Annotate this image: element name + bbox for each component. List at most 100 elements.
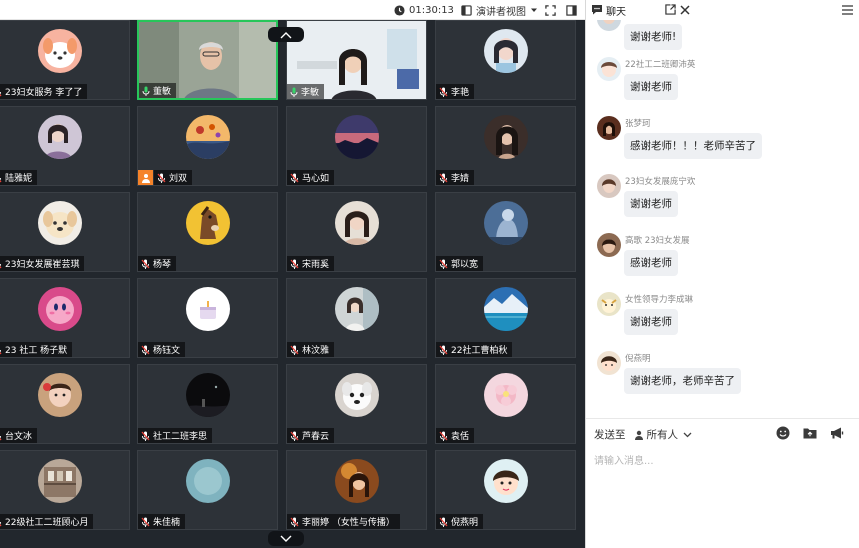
clock-icon <box>394 4 405 16</box>
participant-name: 马心如 <box>302 174 330 184</box>
participant-name-bar: 23 社工 杨子默 <box>0 342 73 357</box>
participant-tile[interactable]: 林汶雅 <box>286 278 427 358</box>
participant-name: 陆雅妮 <box>5 174 33 184</box>
participant-name: 台文冰 <box>5 432 33 442</box>
participant-tile[interactable]: 23妇女服务 李了了 <box>0 20 130 100</box>
participant-name-bar: 李丽婷 （女性与传播） <box>287 514 400 529</box>
participant-name: 朱佳楠 <box>153 518 181 528</box>
message-bubble: 感谢老师！！！老师辛苦了 <box>624 133 762 159</box>
toggle-sidebar-button[interactable] <box>566 0 577 20</box>
scroll-down-button[interactable] <box>268 531 304 546</box>
participant-tile[interactable]: 22社工曹柏秋 <box>435 278 576 358</box>
participant-tile[interactable]: 社工二班李思 <box>137 364 278 444</box>
participant-name: 宋雨奚 <box>302 260 330 270</box>
sender-avatar[interactable] <box>597 292 621 316</box>
participant-avatar <box>185 287 230 331</box>
microphone-muted-icon <box>439 431 448 441</box>
participant-avatar <box>37 201 82 245</box>
view-mode-label: 演讲者视图 <box>476 6 526 18</box>
participant-name: 刘双 <box>169 174 188 184</box>
chat-message-list[interactable]: 谢谢老师! 22社工二班卿沛英 谢谢老师 张梦珂 感谢老师！！！老师辛苦了 23妇女发展庞… <box>586 20 859 416</box>
participant-tile[interactable]: 袁佸 <box>435 364 576 444</box>
microphone-muted-icon <box>290 517 299 527</box>
file-folder-icon[interactable] <box>802 425 818 441</box>
participant-tile[interactable]: 马心如 <box>286 106 427 186</box>
microphone-muted-icon <box>439 87 448 97</box>
caret-down-icon <box>531 8 537 12</box>
participant-tile[interactable]: 李丽婷 （女性与传播） <box>286 450 427 530</box>
microphone-muted-icon <box>290 173 299 183</box>
participant-tile[interactable]: 倪燕明 <box>435 450 576 530</box>
message-bubble: 谢谢老师! <box>624 24 683 50</box>
emoji-icon[interactable] <box>775 425 791 441</box>
microphone-muted-icon <box>290 345 299 355</box>
microphone-muted-icon <box>157 173 166 183</box>
host-badge-icon <box>138 170 153 185</box>
microphone-muted-icon <box>0 431 2 441</box>
participant-avatar <box>185 201 230 245</box>
fullscreen-button[interactable] <box>545 0 556 20</box>
participant-name-bar: 袁佸 <box>436 428 475 443</box>
chat-tab-title[interactable]: 聊天 <box>606 3 626 18</box>
participant-tile[interactable]: 郭以宽 <box>435 192 576 272</box>
participant-tile[interactable]: 朱佳楠 <box>137 450 278 530</box>
participant-tile[interactable]: 23妇女发展崔芸琪 <box>0 192 130 272</box>
participant-tile[interactable]: 李艳 <box>435 20 576 100</box>
view-mode-dropdown[interactable]: 演讲者视图 <box>461 0 538 20</box>
sender-avatar[interactable] <box>597 233 621 257</box>
close-icon[interactable] <box>680 5 690 15</box>
participant-name-bar: 李婧 <box>436 170 475 185</box>
message-bubble: 谢谢老师，老师辛苦了 <box>624 368 741 394</box>
recipient-dropdown[interactable]: 所有人 <box>634 427 693 442</box>
participant-tile[interactable]: 芦春云 <box>286 364 427 444</box>
participant-name-bar: 林汶雅 <box>287 342 335 357</box>
megaphone-icon[interactable] <box>829 425 845 441</box>
participant-name-bar: 22社工曹柏秋 <box>436 342 513 357</box>
participant-tile[interactable]: 刘双 <box>137 106 278 186</box>
scroll-up-button[interactable] <box>268 27 304 42</box>
participant-name: 林汶雅 <box>302 346 330 356</box>
participant-tile[interactable]: 23 社工 杨子默 <box>0 278 130 358</box>
microphone-muted-icon <box>439 345 448 355</box>
participant-tile[interactable]: 杨钰文 <box>137 278 278 358</box>
microphone-muted-icon <box>0 173 2 183</box>
participant-name-bar: 23妇女服务 李了了 <box>0 84 88 99</box>
sender-avatar[interactable] <box>597 116 621 140</box>
participant-tile[interactable]: 杨琴 <box>137 192 278 272</box>
sender-avatar[interactable] <box>597 174 621 198</box>
participant-tile[interactable]: 董敏 <box>137 20 278 100</box>
participant-name-bar: 李敏 <box>287 84 325 99</box>
sender-name: 22社工二班卿沛英 <box>625 60 696 70</box>
microphone-on-icon <box>290 87 298 97</box>
sender-avatar[interactable] <box>597 351 621 375</box>
sender-avatar[interactable] <box>597 20 621 31</box>
participant-tile[interactable]: 陆雅妮 <box>0 106 130 186</box>
participant-tile[interactable]: 台文冰 <box>0 364 130 444</box>
microphone-muted-icon <box>439 517 448 527</box>
participant-name-bar: 杨琴 <box>138 256 177 271</box>
participant-name: 23 社工 杨子默 <box>5 346 68 356</box>
participant-name-bar: 马心如 <box>287 170 335 185</box>
message-input[interactable] <box>594 451 852 471</box>
participant-tile[interactable]: 22级社工二班顾心月 <box>0 450 130 530</box>
participant-name: 李丽婷 （女性与传播） <box>302 518 395 528</box>
sender-name: 张梦珂 <box>625 119 651 129</box>
microphone-muted-icon <box>0 87 2 97</box>
participant-avatar <box>483 201 528 245</box>
participant-name-bar: 董敏 <box>139 83 177 98</box>
participant-avatar <box>37 459 82 503</box>
participant-name-bar: 社工二班李思 <box>138 428 213 443</box>
participant-avatar <box>37 29 82 73</box>
timer-text: 01:30:13 <box>409 4 454 16</box>
popout-icon[interactable] <box>665 4 676 15</box>
chat-bubble-icon <box>592 5 602 15</box>
sender-avatar[interactable] <box>597 57 621 81</box>
participant-name: 袁佸 <box>451 432 470 442</box>
microphone-muted-icon <box>141 345 150 355</box>
participant-name-bar: 陆雅妮 <box>0 170 38 185</box>
menu-icon[interactable] <box>842 5 853 15</box>
participant-tile[interactable]: 李婧 <box>435 106 576 186</box>
participant-tile[interactable]: 李敏 <box>286 20 427 100</box>
participant-tile[interactable]: 宋雨奚 <box>286 192 427 272</box>
chevron-up-icon <box>280 31 292 38</box>
